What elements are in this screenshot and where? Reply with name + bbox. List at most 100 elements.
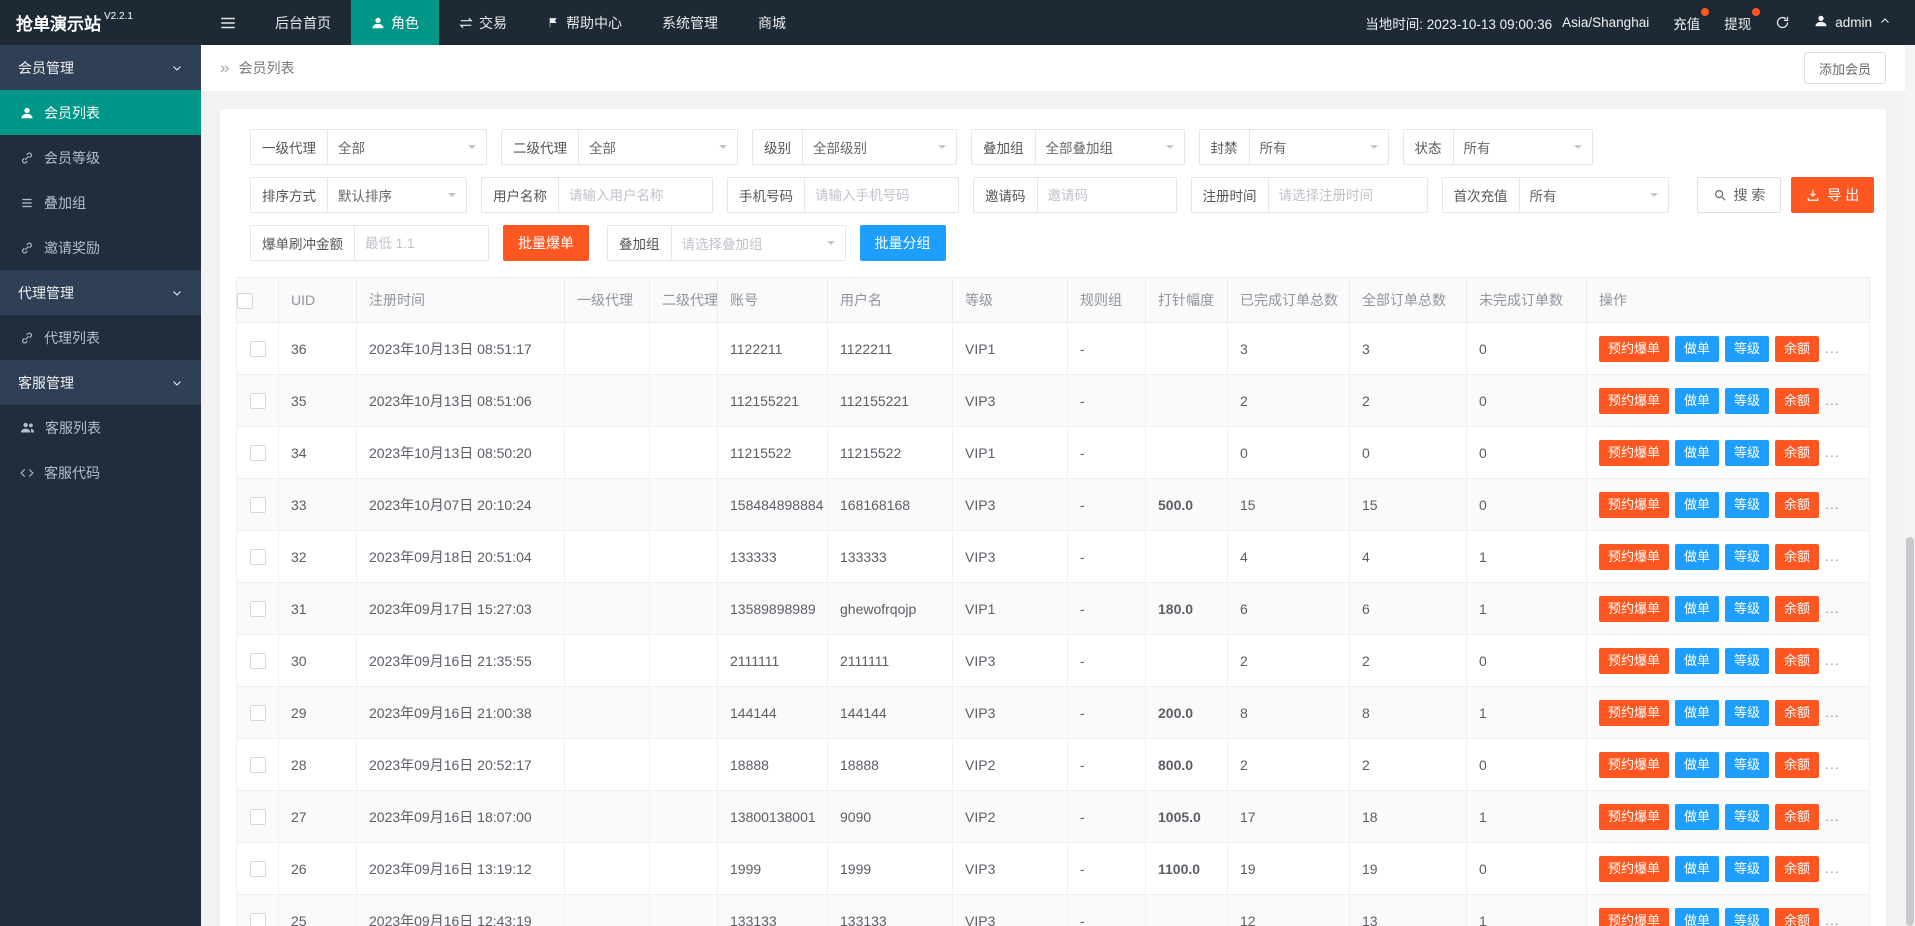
sidebar-group-service-management[interactable]: 客服管理 [0, 360, 201, 405]
row-more-button[interactable]: ... [1825, 652, 1840, 668]
level-button[interactable]: 等级 [1725, 855, 1770, 882]
balance-button[interactable]: 余额 [1775, 595, 1820, 622]
level-button[interactable]: 等级 [1725, 699, 1770, 726]
topnav-item-roles[interactable]: 角色 [351, 0, 439, 45]
withdraw-link[interactable]: 提现 [1724, 7, 1761, 33]
sidebar-group-member-management[interactable]: 会员管理 [0, 45, 201, 90]
row-checkbox[interactable] [249, 757, 266, 774]
batch-burst-button[interactable]: 批量爆单 [503, 225, 589, 261]
make-order-button[interactable]: 做单 [1675, 387, 1720, 414]
level-button[interactable]: 等级 [1725, 751, 1770, 778]
sidebar-item-service-code[interactable]: 客服代码 [0, 450, 201, 495]
balance-button[interactable]: 余额 [1775, 491, 1820, 518]
username-input[interactable] [558, 177, 713, 213]
select-all-checkbox[interactable] [237, 292, 253, 309]
balance-button[interactable]: 余额 [1775, 387, 1820, 414]
make-order-button[interactable]: 做单 [1675, 803, 1720, 830]
row-checkbox[interactable] [249, 861, 266, 878]
balance-button[interactable]: 余额 [1775, 855, 1820, 882]
reserve-burst-button[interactable]: 预约爆单 [1599, 855, 1670, 882]
sidebar-item-member-list[interactable]: 会员列表 [0, 90, 201, 135]
row-checkbox[interactable] [249, 913, 266, 926]
batch-stack-group-select[interactable]: 请选择叠加组 [670, 225, 846, 261]
row-checkbox[interactable] [249, 601, 266, 618]
export-button[interactable]: 导 出 [1791, 177, 1875, 213]
refresh-button[interactable] [1775, 15, 1790, 30]
row-more-button[interactable]: ... [1825, 704, 1840, 720]
row-checkbox[interactable] [249, 497, 266, 514]
balance-button[interactable]: 余额 [1775, 751, 1820, 778]
register-time-input[interactable] [1267, 177, 1428, 213]
row-checkbox[interactable] [249, 809, 266, 826]
row-checkbox[interactable] [249, 653, 266, 670]
row-more-button[interactable]: ... [1825, 548, 1840, 564]
make-order-button[interactable]: 做单 [1675, 335, 1720, 362]
level-button[interactable]: 等级 [1725, 595, 1770, 622]
row-checkbox[interactable] [249, 341, 266, 358]
row-more-button[interactable]: ... [1825, 860, 1840, 876]
row-more-button[interactable]: ... [1825, 340, 1840, 356]
balance-button[interactable]: 余额 [1775, 439, 1820, 466]
first-recharge-select[interactable]: 所有 [1518, 177, 1669, 213]
topnav-item-home[interactable]: 后台首页 [255, 0, 351, 45]
row-more-button[interactable]: ... [1825, 392, 1840, 408]
make-order-button[interactable]: 做单 [1675, 751, 1720, 778]
topnav-item-help-center[interactable]: 帮助中心 [527, 0, 642, 45]
scrollbar-thumb[interactable] [1906, 537, 1914, 926]
sort-order-select[interactable]: 默认排序 [327, 177, 467, 213]
status-select[interactable]: 所有 [1452, 129, 1593, 165]
sidebar-item-invite-reward[interactable]: 邀请奖励 [0, 225, 201, 270]
phone-input[interactable] [804, 177, 959, 213]
reserve-burst-button[interactable]: 预约爆单 [1599, 439, 1670, 466]
make-order-button[interactable]: 做单 [1675, 907, 1720, 926]
balance-button[interactable]: 余额 [1775, 699, 1820, 726]
balance-button[interactable]: 余额 [1775, 335, 1820, 362]
batch-group-button[interactable]: 批量分组 [859, 225, 946, 261]
make-order-button[interactable]: 做单 [1675, 491, 1720, 518]
reserve-burst-button[interactable]: 预约爆单 [1599, 387, 1670, 414]
sidebar-group-agent-management[interactable]: 代理管理 [0, 270, 201, 315]
make-order-button[interactable]: 做单 [1675, 543, 1720, 570]
level-select[interactable]: 全部级别 [802, 129, 957, 165]
level-button[interactable]: 等级 [1725, 543, 1770, 570]
topnav-item-shop[interactable]: 商城 [738, 0, 806, 45]
level-button[interactable]: 等级 [1725, 647, 1770, 674]
sidebar-item-member-level[interactable]: 会员等级 [0, 135, 201, 180]
level2-agent-select[interactable]: 全部 [578, 129, 738, 165]
balance-button[interactable]: 余额 [1775, 647, 1820, 674]
row-more-button[interactable]: ... [1825, 808, 1840, 824]
reserve-burst-button[interactable]: 预约爆单 [1599, 543, 1670, 570]
recharge-link[interactable]: 充值 [1673, 7, 1710, 33]
reserve-burst-button[interactable]: 预约爆单 [1599, 803, 1670, 830]
row-more-button[interactable]: ... [1825, 496, 1840, 512]
row-checkbox[interactable] [249, 549, 266, 566]
add-member-button[interactable]: 添加会员 [1803, 52, 1886, 84]
balance-button[interactable]: 余额 [1775, 907, 1820, 926]
row-more-button[interactable]: ... [1825, 912, 1840, 926]
topnav-item-trade[interactable]: 交易 [439, 0, 527, 45]
topnav-item-system[interactable]: 系统管理 [642, 0, 738, 45]
level-button[interactable]: 等级 [1725, 907, 1770, 926]
sidebar-item-service-list[interactable]: 客服列表 [0, 405, 201, 450]
make-order-button[interactable]: 做单 [1675, 699, 1720, 726]
level-button[interactable]: 等级 [1725, 387, 1770, 414]
level-button[interactable]: 等级 [1725, 491, 1770, 518]
sidebar-toggle-button[interactable] [201, 0, 255, 45]
make-order-button[interactable]: 做单 [1675, 439, 1720, 466]
row-checkbox[interactable] [249, 445, 266, 462]
make-order-button[interactable]: 做单 [1675, 855, 1720, 882]
ban-select[interactable]: 所有 [1248, 129, 1389, 165]
sidebar-item-agent-list[interactable]: 代理列表 [0, 315, 201, 360]
invite-code-input[interactable] [1036, 177, 1177, 213]
reserve-burst-button[interactable]: 预约爆单 [1599, 491, 1670, 518]
burst-amount-input[interactable] [354, 225, 489, 261]
level-button[interactable]: 等级 [1725, 335, 1770, 362]
reserve-burst-button[interactable]: 预约爆单 [1599, 751, 1670, 778]
sidebar-item-stack-group[interactable]: 叠加组 [0, 180, 201, 225]
balance-button[interactable]: 余额 [1775, 543, 1820, 570]
make-order-button[interactable]: 做单 [1675, 647, 1720, 674]
row-more-button[interactable]: ... [1825, 600, 1840, 616]
row-more-button[interactable]: ... [1825, 444, 1840, 460]
row-more-button[interactable]: ... [1825, 756, 1840, 772]
search-button[interactable]: 搜 索 [1696, 177, 1782, 213]
